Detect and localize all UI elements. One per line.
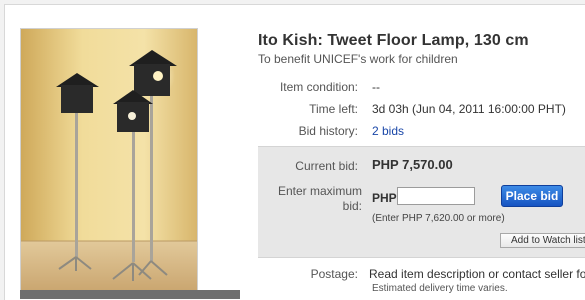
delivery-note: Estimated delivery time varies.: [372, 283, 508, 294]
bid-history-label: Bid history:: [298, 124, 358, 138]
charity-subtitle: To benefit UNICEF's work for children: [258, 52, 458, 66]
time-left-label: Time left:: [309, 102, 358, 116]
max-bid-input[interactable]: [397, 187, 475, 205]
product-image[interactable]: [20, 28, 198, 292]
current-bid-value: PHP 7,570.00: [372, 157, 453, 172]
time-left-value: 3d 03h (Jun 04, 2011 16:00:00 PHT): [372, 102, 566, 116]
postage-label: Postage:: [310, 267, 358, 281]
item-condition-value: --: [372, 80, 380, 94]
place-bid-button[interactable]: Place bid: [501, 185, 563, 207]
item-condition-label: Item condition:: [279, 80, 358, 94]
current-bid-label: Current bid:: [295, 159, 358, 173]
bid-history-link[interactable]: 2 bids: [372, 124, 404, 138]
lamp-illustration: [21, 29, 197, 291]
add-to-watch-list-button[interactable]: Add to Watch list: [500, 233, 585, 248]
listing-title: Ito Kish: Tweet Floor Lamp, 130 cm: [258, 32, 529, 49]
currency-label: PHP: [372, 191, 397, 205]
image-caption-bar: [20, 290, 240, 299]
postage-value: Read item description or contact seller …: [369, 267, 585, 281]
min-bid-hint: (Enter PHP 7,620.00 or more): [372, 213, 505, 224]
max-bid-label: Enter maximum bid:: [277, 184, 362, 213]
